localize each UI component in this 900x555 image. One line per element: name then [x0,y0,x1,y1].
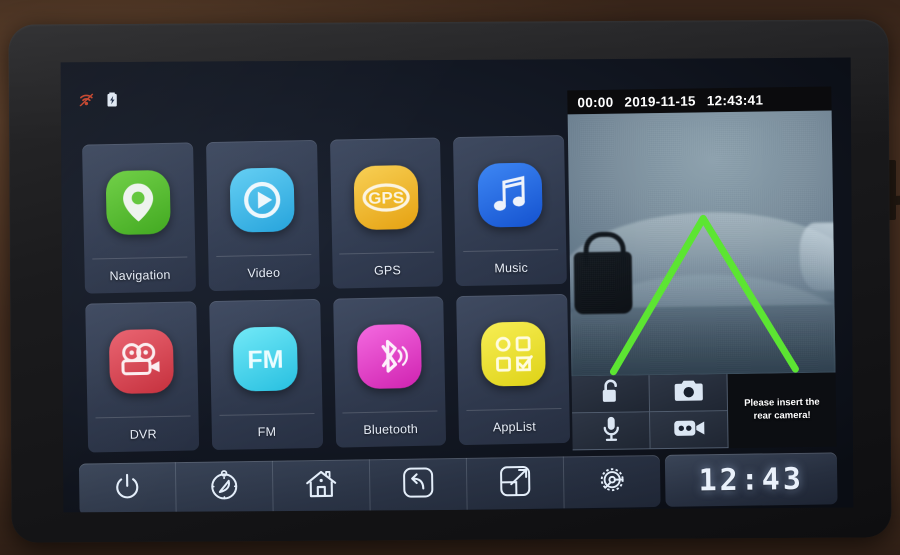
bottom-bar: 12:43 [78,452,838,513]
music-note-icon [477,162,543,228]
navigation-bar [78,454,661,513]
clock-time: 12:43 [698,461,805,498]
home-icon [304,468,339,504]
app-icon-wrap [333,296,446,412]
microphone-icon [602,415,620,446]
app-label: GPS [373,263,402,278]
camera-duration: 00:00 [577,94,614,110]
screenshot-root: Navigation Video GPS GPS Music DVR FM FM… [0,0,900,555]
svg-text:FM: FM [247,346,284,375]
app-tile-bluetooth[interactable]: Bluetooth [332,296,447,448]
app-label: Music [494,260,529,276]
battery-charging-icon [107,92,118,112]
app-label: Video [247,265,281,281]
nav-button-resize[interactable] [466,456,565,510]
resize-icon [499,464,532,501]
camera-video-view[interactable] [567,110,836,377]
photo-camera-icon [673,378,703,407]
nav-button-back[interactable] [369,457,468,512]
compass-icon [209,469,240,506]
app-label: DVR [129,427,157,442]
app-label: AppList [492,419,537,435]
back-icon [402,466,435,503]
app-label: Bluetooth [363,421,419,438]
svg-text:GPS: GPS [368,188,404,208]
camera-time: 12:43:41 [706,92,764,108]
head-unit-device: Navigation Video GPS GPS Music DVR FM FM… [8,19,892,543]
rear-camera-panel: 00:00 2019-11-15 12:43:41 Please insert … [567,86,837,451]
app-icon-wrap: FM [209,299,322,415]
wifi-disconnected-icon [79,93,94,111]
app-icon-wrap [206,140,319,256]
play-circle-icon [229,167,295,233]
video-camera-icon [673,417,705,442]
app-label: FM [257,424,277,440]
map-pin-icon [105,169,172,236]
app-icon-wrap: GPS [329,137,442,253]
app-tile-music[interactable]: Music [453,134,567,287]
camera-snapshot-button[interactable] [649,374,729,413]
app-icon-wrap [85,301,198,417]
settings-gear-icon [596,463,629,500]
camera-button-grid [571,374,729,451]
camera-microphone-button[interactable] [572,412,651,451]
movie-camera-icon [109,328,175,395]
status-bar [79,92,118,112]
app-tile-dvr[interactable]: DVR [85,301,199,453]
app-label: Navigation [109,267,171,284]
display-screen[interactable]: Navigation Video GPS GPS Music DVR FM FM… [60,57,854,513]
app-icon-wrap [453,135,566,251]
app-tile-fm[interactable]: FM FM [208,298,323,451]
app-tile-gps[interactable]: GPS GPS [329,137,444,289]
power-icon [112,471,143,506]
gps-text-icon: GPS [353,164,419,231]
app-grid-icon [480,321,546,387]
app-tile-navigation[interactable]: Navigation [82,142,196,294]
nav-button-home[interactable] [272,459,371,513]
bluetooth-icon [356,323,422,390]
app-tile-video[interactable]: Video [205,139,320,292]
app-tile-applist[interactable]: AppList [456,293,571,446]
camera-unlock-button[interactable] [571,375,651,414]
fm-text-icon: FM [232,326,299,392]
nav-button-compass[interactable] [175,460,274,513]
app-icon-wrap [82,142,195,258]
unlock-icon [599,379,621,409]
camera-status-message: Please insert the rear camera! [744,396,820,422]
app-grid: Navigation Video GPS GPS Music DVR FM FM… [82,134,571,453]
camera-record-button[interactable] [650,411,729,450]
camera-controls: Please insert the rear camera! [571,372,837,451]
app-icon-wrap [456,294,569,410]
nav-button-power[interactable] [78,462,177,513]
parking-guide-lines [609,214,799,376]
nav-button-settings[interactable] [564,455,661,508]
clock-panel[interactable]: 12:43 [664,452,838,507]
camera-date: 2019-11-15 [624,93,696,110]
